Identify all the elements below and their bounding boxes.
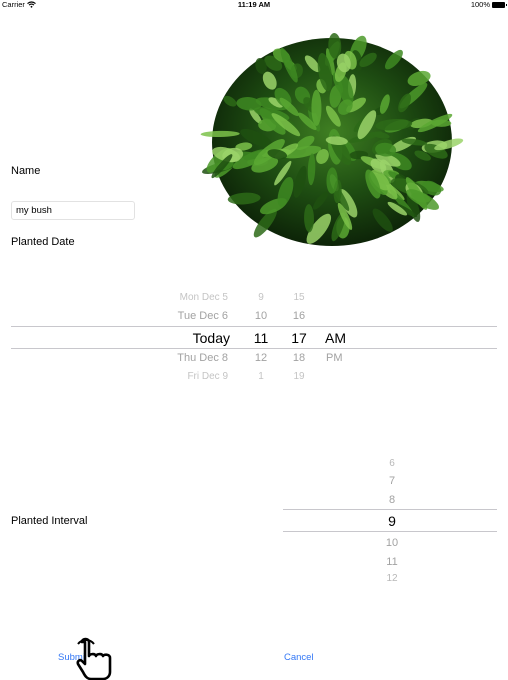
minute-option[interactable]: 18 <box>286 352 312 364</box>
name-input[interactable] <box>11 201 135 220</box>
minute-option[interactable]: 15 <box>286 292 312 303</box>
name-label: Name <box>11 165 41 177</box>
plant-image <box>200 33 464 246</box>
interval-option[interactable]: 12 <box>380 573 404 584</box>
date-option-selected[interactable]: Today <box>140 330 230 346</box>
hour-option[interactable]: 10 <box>248 310 274 322</box>
date-option[interactable]: Tue Dec 6 <box>140 310 228 322</box>
interval-picker-top-divider <box>283 509 497 510</box>
minute-option[interactable]: 16 <box>286 310 312 322</box>
interval-option[interactable]: 10 <box>380 537 404 549</box>
hour-option[interactable]: 9 <box>248 292 274 303</box>
hour-option-selected[interactable]: 11 <box>248 330 274 346</box>
ampm-option[interactable]: PM <box>326 352 343 364</box>
date-option[interactable]: Mon Dec 5 <box>140 292 228 303</box>
interval-option-selected[interactable]: 9 <box>380 513 404 529</box>
hand-pointer-icon <box>76 637 112 680</box>
interval-option[interactable]: 11 <box>380 556 404 568</box>
planted-date-label: Planted Date <box>11 236 75 248</box>
hour-option[interactable]: 12 <box>248 352 274 364</box>
interval-option[interactable]: 8 <box>380 494 404 506</box>
status-bar: Carrier 11:19 AM 100% <box>0 0 508 10</box>
interval-option[interactable]: 6 <box>380 458 404 469</box>
status-time: 11:19 AM <box>237 0 271 9</box>
battery-icon <box>492 1 507 8</box>
minute-option-selected[interactable]: 17 <box>286 330 312 346</box>
date-picker-bottom-divider <box>11 348 497 349</box>
date-option[interactable]: Thu Dec 8 <box>140 352 228 364</box>
hour-option[interactable]: 1 <box>248 371 274 382</box>
status-right: 100% <box>470 0 507 9</box>
battery-percent: 100% <box>470 0 490 9</box>
planted-interval-label: Planted Interval <box>11 515 88 527</box>
cancel-button[interactable]: Cancel <box>284 652 314 663</box>
ampm-option-selected[interactable]: AM <box>325 330 346 346</box>
date-option[interactable]: Fri Dec 9 <box>140 371 228 382</box>
minute-option[interactable]: 19 <box>286 371 312 382</box>
interval-option[interactable]: 7 <box>380 475 404 487</box>
interval-picker-bottom-divider <box>283 531 497 532</box>
date-picker-top-divider <box>11 326 497 327</box>
